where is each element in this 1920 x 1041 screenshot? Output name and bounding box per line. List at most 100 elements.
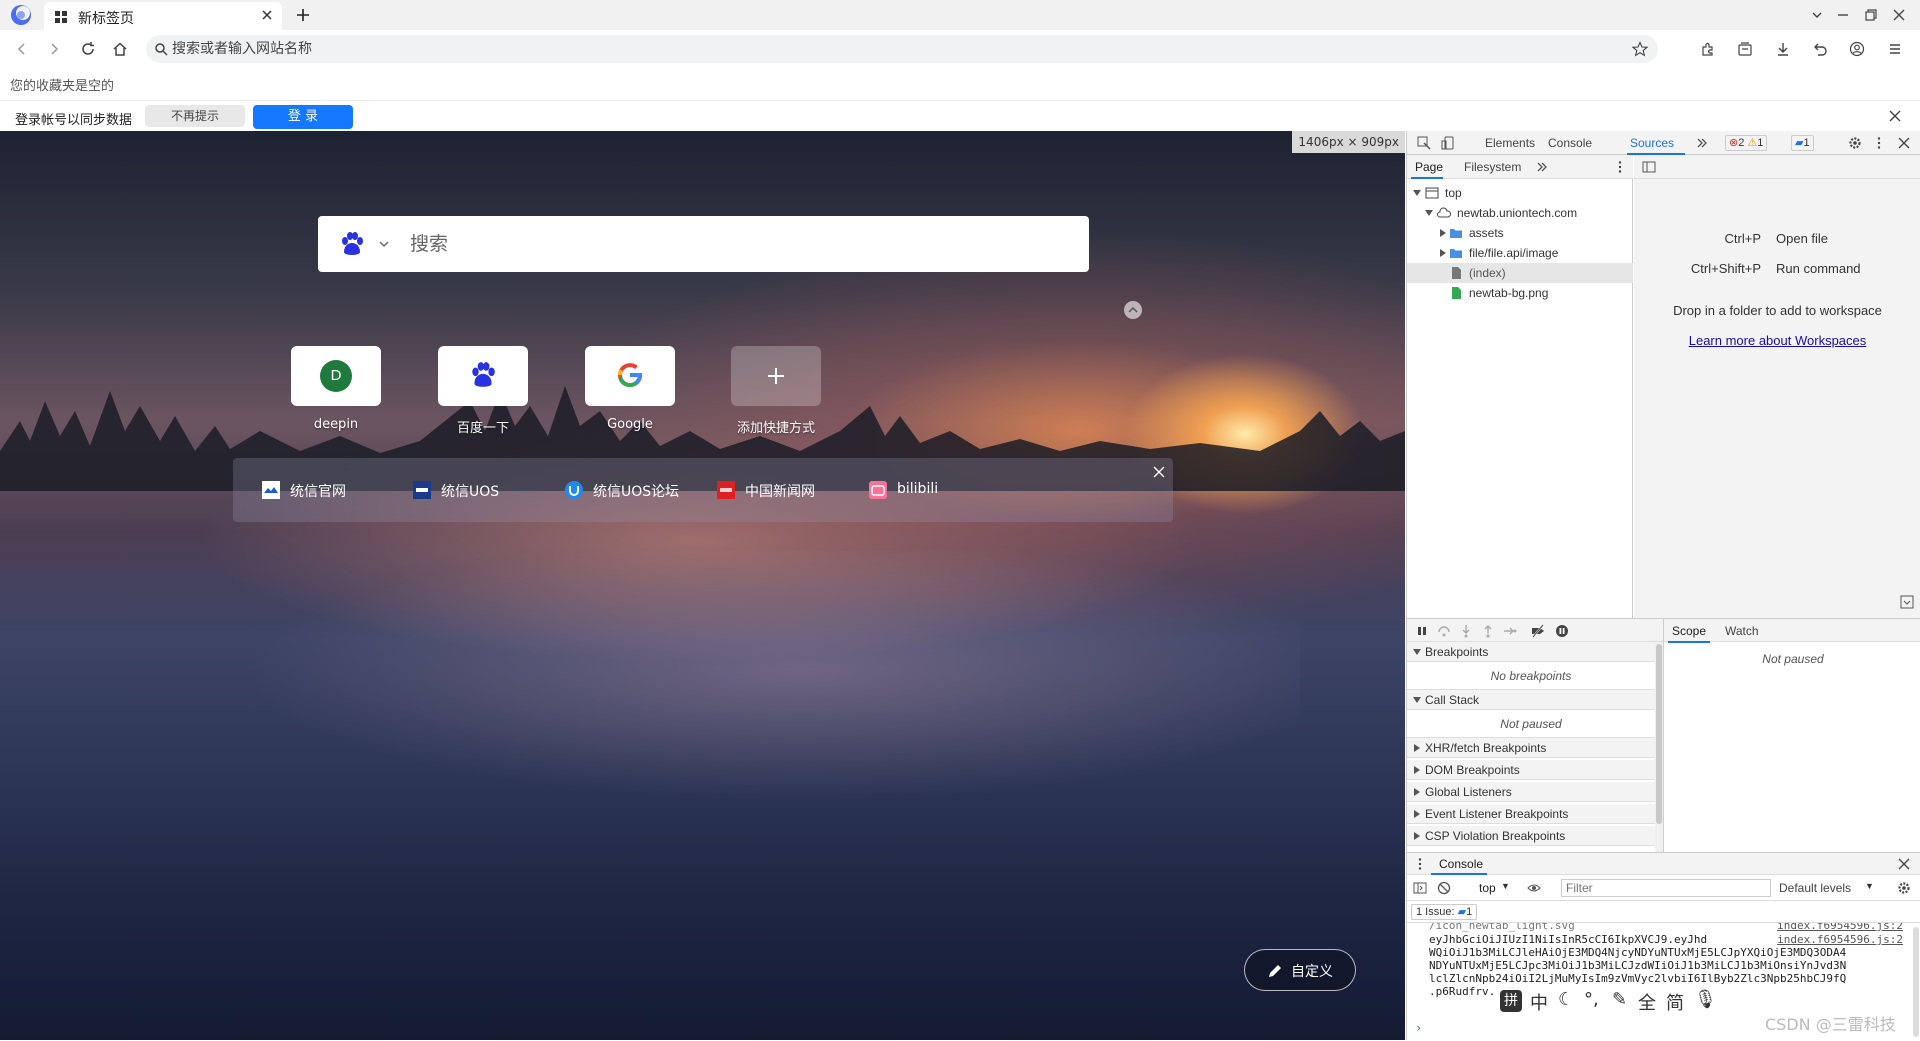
tree-node-file-selected[interactable]: (index) (1407, 263, 1633, 283)
tree-node-file[interactable]: newtab-bg.png (1407, 283, 1633, 303)
ime-moon-icon[interactable]: ☾ (1558, 989, 1574, 1010)
kebab-menu-icon[interactable] (1872, 136, 1886, 150)
ime-chinese-mode[interactable]: 中 (1530, 989, 1548, 1015)
tab-elements[interactable]: Elements (1485, 136, 1535, 150)
ime-fullwidth[interactable]: 全 (1638, 989, 1656, 1015)
shortcut-google[interactable]: Google (585, 346, 675, 432)
toggle-navigator-icon[interactable] (1642, 160, 1656, 174)
section-xhr-breakpoints[interactable]: XHR/fetch Breakpoints (1407, 738, 1655, 758)
collapsed-arrow-icon[interactable] (1439, 229, 1447, 237)
collapse-chevron-icon[interactable] (1124, 301, 1142, 319)
menu-icon[interactable] (1887, 41, 1903, 57)
log-levels-dropdown[interactable]: Default levels (1779, 881, 1851, 895)
step-out-icon[interactable] (1481, 624, 1495, 638)
account-icon[interactable] (1849, 41, 1865, 57)
ime-simplified[interactable]: 简 (1666, 989, 1684, 1015)
shortcut-tile[interactable] (438, 346, 528, 406)
dropdown-arrow-icon[interactable]: ▼ (1501, 881, 1510, 891)
home-icon[interactable] (112, 41, 128, 57)
back-icon[interactable] (14, 41, 30, 57)
shortcut-baidu[interactable]: 百度一下 (438, 346, 528, 436)
device-toolbar-icon[interactable] (1441, 136, 1455, 150)
reload-icon[interactable] (80, 41, 96, 57)
close-tab-icon[interactable] (260, 8, 274, 22)
tree-node-domain[interactable]: newtab.uniontech.com (1407, 203, 1633, 223)
dont-remind-button[interactable]: 不再提示 (145, 105, 245, 127)
more-tabs-icon[interactable] (1535, 160, 1549, 174)
section-call-stack[interactable]: Call Stack (1407, 690, 1655, 710)
tab-new-tab[interactable]: 新标签页 (44, 2, 282, 30)
issues-chip[interactable]: 1 Issue: ▰1 (1411, 904, 1478, 920)
console-scrollbar[interactable] (1913, 927, 1919, 1037)
more-tabs-icon[interactable] (1695, 136, 1709, 150)
tab-sources[interactable]: Sources (1630, 136, 1674, 150)
newtab-search-box[interactable] (318, 216, 1089, 272)
address-bar[interactable] (146, 35, 1658, 63)
tab-console[interactable]: Console (1548, 136, 1592, 150)
tab-page[interactable]: Page (1415, 160, 1443, 174)
minimize-icon[interactable] (1836, 8, 1850, 22)
console-settings-gear-icon[interactable] (1897, 881, 1911, 895)
step-over-icon[interactable] (1437, 624, 1451, 638)
forward-icon[interactable] (46, 41, 62, 57)
clear-console-icon[interactable] (1437, 881, 1451, 895)
shortcut-add[interactable]: 添加快捷方式 (731, 346, 821, 436)
console-source-link[interactable]: index.f6954596.js:2 (1777, 923, 1903, 932)
console-prompt-chevron-icon[interactable]: › (1415, 1021, 1422, 1035)
download-icon[interactable] (1775, 41, 1791, 57)
messages-badge[interactable]: ▰1 (1791, 135, 1814, 151)
section-csp-breakpoints[interactable]: CSP Violation Breakpoints (1407, 826, 1655, 846)
shortcut-tile[interactable] (731, 346, 821, 406)
deactivate-breakpoints-icon[interactable] (1531, 624, 1545, 638)
shortcut-tile[interactable] (585, 346, 675, 406)
customize-button[interactable]: 自定义 (1244, 949, 1356, 991)
tab-scope[interactable]: Scope (1672, 624, 1706, 638)
ime-pen-icon[interactable]: ✎ (1612, 989, 1627, 1010)
workspace-learn-more-link[interactable]: Learn more about Workspaces (1634, 333, 1920, 348)
history-undo-icon[interactable] (1812, 41, 1828, 57)
collapsed-arrow-icon[interactable] (1439, 249, 1447, 257)
tree-node-folder[interactable]: assets (1407, 223, 1633, 243)
engine-dropdown-icon[interactable] (378, 238, 390, 250)
collections-icon[interactable] (1737, 41, 1753, 57)
login-button[interactable]: 登 录 (253, 105, 353, 129)
restore-icon[interactable] (1864, 8, 1878, 22)
bookmark-star-icon[interactable] (1632, 41, 1648, 57)
step-icon[interactable] (1503, 624, 1517, 638)
pause-icon[interactable] (1415, 624, 1429, 638)
kebab-menu-icon[interactable] (1413, 857, 1427, 871)
console-source-link[interactable]: index.f6954596.js:2 (1777, 933, 1903, 946)
new-tab-plus-icon[interactable] (295, 7, 311, 23)
tab-watch[interactable]: Watch (1725, 624, 1759, 638)
drawer-tab-console[interactable]: Console (1439, 857, 1483, 871)
tree-node-top[interactable]: top (1407, 183, 1633, 203)
dropdown-arrow-icon[interactable]: ▼ (1865, 881, 1874, 891)
expanded-arrow-icon[interactable] (1413, 189, 1421, 197)
error-warning-badge[interactable]: ⊗2 ⚠1 (1725, 135, 1768, 151)
sidebar-toggle-icon[interactable] (1413, 881, 1427, 895)
ime-pinyin-logo-icon[interactable]: 拼 (1500, 990, 1522, 1012)
breakpoints-scrollbar[interactable] (1655, 642, 1663, 852)
address-input[interactable] (172, 39, 1572, 59)
close-quick-links-icon[interactable] (1153, 466, 1165, 478)
inspect-element-icon[interactable] (1417, 136, 1431, 150)
context-selector[interactable]: top (1479, 881, 1496, 895)
ime-microphone-icon[interactable]: 🎙 (1694, 989, 1717, 1010)
shortcut-tile[interactable]: D (291, 346, 381, 406)
close-window-icon[interactable] (1892, 8, 1906, 22)
section-breakpoints[interactable]: Breakpoints (1407, 642, 1655, 662)
live-expression-eye-icon[interactable] (1527, 881, 1541, 895)
console-filter-input[interactable] (1561, 879, 1771, 897)
section-dom-breakpoints[interactable]: DOM Breakpoints (1407, 760, 1655, 780)
scrollbar-thumb[interactable] (1656, 644, 1662, 824)
tree-node-folder[interactable]: file/file.api/image (1407, 243, 1633, 263)
kebab-menu-icon[interactable] (1613, 160, 1627, 174)
baidu-paw-icon[interactable] (338, 230, 366, 258)
section-event-listener-breakpoints[interactable]: Event Listener Breakpoints (1407, 804, 1655, 824)
shortcut-deepin[interactable]: D deepin (291, 346, 381, 432)
tab-filesystem[interactable]: Filesystem (1464, 160, 1521, 174)
close-drawer-icon[interactable] (1897, 857, 1911, 871)
section-global-listeners[interactable]: Global Listeners (1407, 782, 1655, 802)
step-into-icon[interactable] (1459, 624, 1473, 638)
tab-list-chevron-icon[interactable] (1810, 8, 1824, 22)
